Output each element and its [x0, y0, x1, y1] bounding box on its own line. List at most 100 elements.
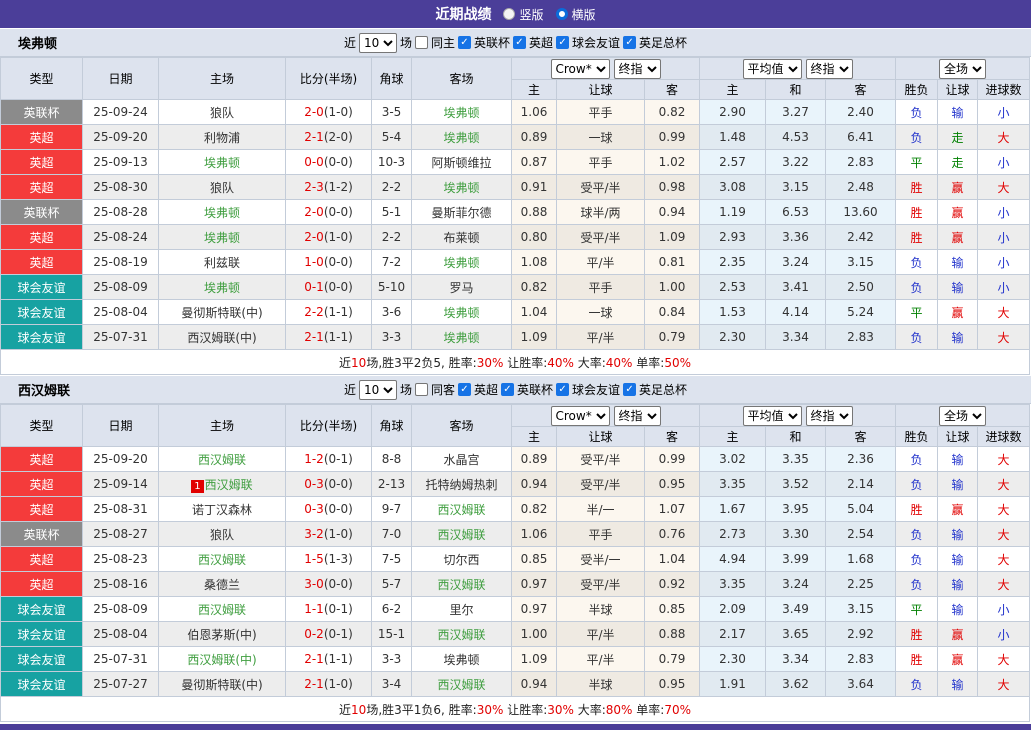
league-checkbox-2[interactable]: ✓ — [501, 383, 514, 396]
scope-select[interactable]: 全场 — [939, 406, 986, 426]
handicap-odds-away: 1.04 — [645, 547, 700, 572]
result-outcome: 胜 — [896, 497, 938, 522]
match-row: 英超25-09-20西汉姆联1-2(0-1)8-8水晶宫0.89受平/半0.99… — [1, 447, 1030, 472]
recent-count-select[interactable]: 10 — [359, 380, 397, 400]
horizontal-radio-icon[interactable] — [556, 8, 568, 20]
result-outcome: 负 — [896, 275, 938, 300]
europe-odds-home: 2.09 — [700, 597, 766, 622]
odds-time-select[interactable]: 终指 — [614, 59, 661, 79]
match-date: 25-07-31 — [83, 647, 159, 672]
league-checkbox-4[interactable]: ✓ — [623, 36, 636, 49]
layout-vertical-option[interactable]: 竖版 — [503, 6, 543, 23]
col-score: 比分(半场) — [286, 405, 372, 447]
europe-odds-draw: 3.62 — [766, 672, 826, 697]
avg-select[interactable]: 平均值 — [743, 59, 802, 79]
home-team: 诺丁汉森林 — [159, 497, 286, 522]
handicap-odds-away: 0.79 — [645, 647, 700, 672]
home-team: 利兹联 — [159, 250, 286, 275]
avg-time-select[interactable]: 终指 — [806, 406, 853, 426]
away-team: 阿斯顿维拉 — [412, 150, 512, 175]
team-section-westham: 西汉姆联 近 10 场 同客 ✓ 英超 ✓ 英联杯 ✓ 球会友谊 ✓ 英足总杯 … — [0, 376, 1031, 722]
result-handicap: 输 — [938, 275, 978, 300]
home-team: 狼队 — [159, 522, 286, 547]
match-row: 球会友谊25-08-04伯恩茅斯(中)0-2(0-1)15-1西汉姆联1.00平… — [1, 622, 1030, 647]
col-avg-draw: 和 — [766, 427, 826, 447]
handicap-line: 球半/两 — [557, 200, 645, 225]
away-team: 罗马 — [412, 275, 512, 300]
handicap-odds-away: 0.94 — [645, 200, 700, 225]
europe-odds-group: 平均值终指 — [700, 405, 896, 427]
europe-odds-away: 3.15 — [826, 597, 896, 622]
col-odds-away: 客 — [645, 80, 700, 100]
away-team: 埃弗顿 — [412, 250, 512, 275]
home-team: 西汉姆联 — [159, 447, 286, 472]
col-home: 主场 — [159, 405, 286, 447]
score-halftime: 0-1(0-0) — [286, 275, 372, 300]
handicap-line: 一球 — [557, 300, 645, 325]
vertical-radio-icon[interactable] — [503, 8, 515, 20]
match-date: 25-08-19 — [83, 250, 159, 275]
europe-odds-draw: 3.35 — [766, 447, 826, 472]
result-outcome: 平 — [896, 597, 938, 622]
europe-odds-home: 1.48 — [700, 125, 766, 150]
col-result-wl: 胜负 — [896, 427, 938, 447]
handicap-line: 半球 — [557, 597, 645, 622]
handicap-odds-away: 1.07 — [645, 497, 700, 522]
handicap-line: 半/一 — [557, 497, 645, 522]
same-venue-checkbox[interactable] — [415, 383, 428, 396]
handicap-odds-home: 0.89 — [512, 447, 557, 472]
bookmaker-select[interactable]: Crow* — [551, 59, 610, 79]
recent-count-select[interactable]: 10 — [359, 33, 397, 53]
europe-odds-home: 1.53 — [700, 300, 766, 325]
handicap-odds-away: 0.79 — [645, 325, 700, 350]
match-row: 球会友谊25-08-04曼彻斯特联(中)2-2(1-1)3-6埃弗顿1.04一球… — [1, 300, 1030, 325]
match-date: 25-09-14 — [83, 472, 159, 497]
score-halftime: 1-0(0-0) — [286, 250, 372, 275]
corners: 2-2 — [372, 175, 412, 200]
europe-odds-home: 2.53 — [700, 275, 766, 300]
odds-time-select[interactable]: 终指 — [614, 406, 661, 426]
match-date: 25-07-27 — [83, 672, 159, 697]
league-checkbox-4[interactable]: ✓ — [623, 383, 636, 396]
league-checkbox-1[interactable]: ✓ — [458, 383, 471, 396]
league-checkbox-1[interactable]: ✓ — [458, 36, 471, 49]
away-team: 西汉姆联 — [412, 497, 512, 522]
avg-time-select[interactable]: 终指 — [806, 59, 853, 79]
team-section-everton: 埃弗顿 近 10 场 同主 ✓ 英联杯 ✓ 英超 ✓ 球会友谊 ✓ 英足总杯 类… — [0, 29, 1031, 375]
filter-controls: 近 10 场 同客 ✓ 英超 ✓ 英联杯 ✓ 球会友谊 ✓ 英足总杯 — [344, 380, 687, 400]
avg-select[interactable]: 平均值 — [743, 406, 802, 426]
result-goals: 大 — [978, 522, 1030, 547]
europe-odds-away: 3.15 — [826, 250, 896, 275]
result-handicap: 走 — [938, 125, 978, 150]
home-team: 桑德兰 — [159, 572, 286, 597]
europe-odds-home: 3.08 — [700, 175, 766, 200]
result-group: 全场 — [896, 58, 1030, 80]
match-date: 25-08-04 — [83, 300, 159, 325]
layout-horizontal-option[interactable]: 横版 — [556, 6, 596, 23]
result-outcome: 负 — [896, 672, 938, 697]
result-goals: 大 — [978, 325, 1030, 350]
handicap-odds-home: 1.06 — [512, 522, 557, 547]
league-type-badge: 英联杯 — [1, 200, 83, 225]
team-name: 西汉姆联 — [18, 380, 70, 399]
league-checkbox-2[interactable]: ✓ — [513, 36, 526, 49]
league-checkbox-3[interactable]: ✓ — [556, 36, 569, 49]
match-date: 25-08-16 — [83, 572, 159, 597]
score-halftime: 2-0(0-0) — [286, 200, 372, 225]
score-halftime: 1-5(1-3) — [286, 547, 372, 572]
same-venue-label: 同主 — [431, 34, 455, 51]
score-halftime: 2-1(1-1) — [286, 647, 372, 672]
bookmaker-select[interactable]: Crow* — [551, 406, 610, 426]
score-halftime: 2-1(1-1) — [286, 325, 372, 350]
away-team: 埃弗顿 — [412, 647, 512, 672]
result-handicap: 输 — [938, 597, 978, 622]
handicap-odds-away: 0.84 — [645, 300, 700, 325]
scope-select[interactable]: 全场 — [939, 59, 986, 79]
handicap-odds-away: 1.09 — [645, 225, 700, 250]
europe-odds-home: 1.19 — [700, 200, 766, 225]
result-group: 全场 — [896, 405, 1030, 427]
handicap-line: 平/半 — [557, 250, 645, 275]
league-checkbox-3[interactable]: ✓ — [556, 383, 569, 396]
corners: 15-1 — [372, 622, 412, 647]
same-venue-checkbox[interactable] — [415, 36, 428, 49]
